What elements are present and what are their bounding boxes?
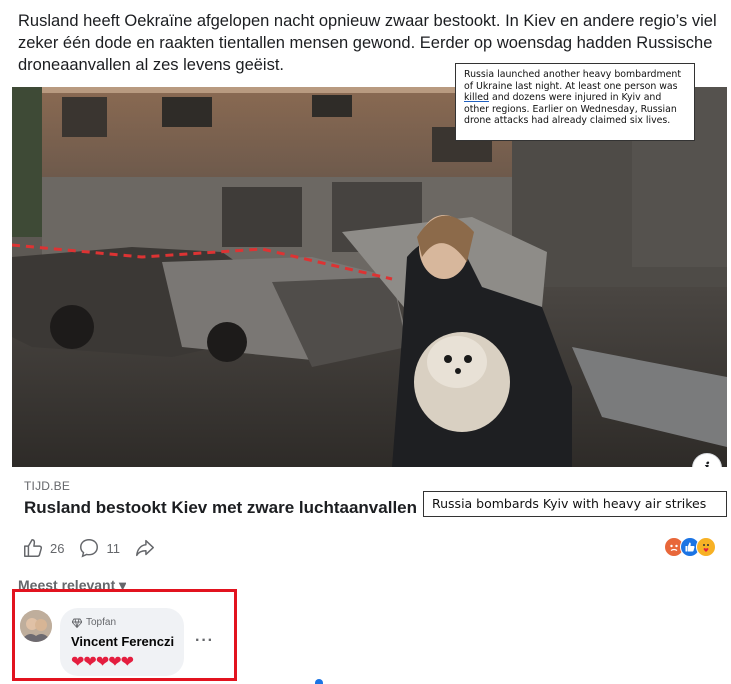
comment-count: 11 (106, 540, 120, 556)
action-bar: 26 11 (22, 535, 170, 561)
scroll-indicator (315, 679, 323, 684)
comment-author[interactable]: Vincent Ferenczi (71, 634, 174, 649)
link-title[interactable]: Rusland bestookt Kiev met zware luchtaan… (24, 498, 417, 518)
comment-button[interactable]: 11 (78, 537, 120, 559)
topfan-badge: Topfan (72, 617, 116, 628)
link-domain: TIJD.BE (24, 479, 71, 493)
title-translation-box: Russia bombards Kyiv with heavy air stri… (423, 491, 727, 517)
avatar[interactable] (20, 610, 52, 642)
photo-illustration (12, 87, 727, 467)
care-reaction-icon (696, 537, 716, 557)
tooltip-text-after: and dozens were injured in Kyiv and othe… (464, 92, 677, 127)
like-button[interactable]: 26 (22, 537, 64, 559)
comment-bubble-icon (80, 539, 99, 558)
like-count: 26 (50, 540, 65, 556)
tooltip-highlight: killed (464, 92, 489, 104)
post-photo[interactable] (12, 87, 727, 467)
share-arrow-icon (135, 539, 154, 557)
share-button[interactable] (134, 537, 156, 559)
tooltip-text-before: Russia launched another heavy bombardmen… (464, 69, 682, 92)
diamond-icon (72, 618, 82, 628)
more-options-icon[interactable]: ··· (195, 632, 214, 650)
reaction-summary[interactable] (664, 537, 716, 559)
badge-label: Topfan (86, 617, 117, 628)
comment-text: ❤❤❤❤❤ (71, 652, 134, 671)
thumbs-up-icon (24, 539, 43, 557)
translation-tooltip: Russia launched another heavy bombardmen… (455, 63, 695, 141)
